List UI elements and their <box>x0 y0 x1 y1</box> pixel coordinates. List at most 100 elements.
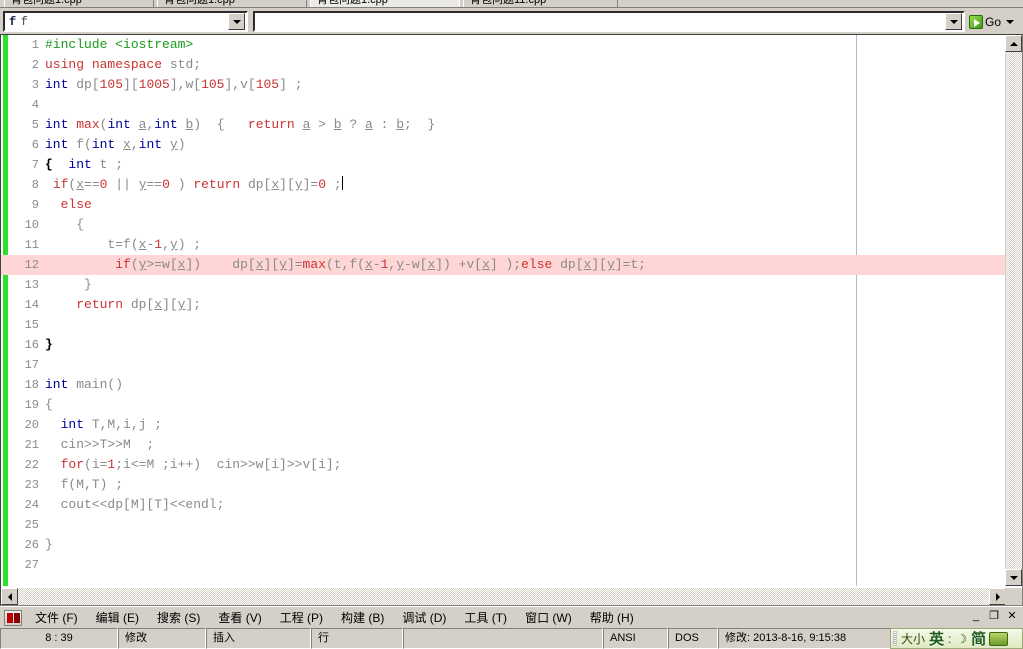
line-number: 4 <box>31 98 39 112</box>
chevron-down-icon[interactable] <box>945 13 962 30</box>
code-token: f(M,T) ; <box>45 477 124 492</box>
menu-item-build[interactable]: 构建 (B) <box>332 607 393 628</box>
code-line[interactable]: 11 t=f(x-1,y) ; <box>1 235 1006 255</box>
menu-item-tools[interactable]: 工具 (T) <box>455 607 516 628</box>
code-token: int <box>138 137 163 152</box>
scroll-down-button[interactable] <box>1005 569 1022 586</box>
menu-item-file[interactable]: 文件 (F) <box>26 607 87 628</box>
code-token: ) { <box>193 117 233 132</box>
code-token: #include <box>45 37 116 52</box>
code-line[interactable]: 21 cin>>T>>M ; <box>1 435 1006 455</box>
go-button[interactable]: Go <box>968 12 1020 31</box>
document-tab-1[interactable]: 背包问题1.cpp <box>157 0 307 7</box>
minimize-button[interactable]: _ <box>968 610 984 624</box>
menu-item-project[interactable]: 工程 (P) <box>271 607 332 628</box>
code-editor[interactable]: 1 #include <iostream> 2 using namespace std… <box>1 35 1006 586</box>
main-menu-bar: 文件 (F) 编辑 (E) 搜索 (S) 查看 (V) 工程 (P) 构建 (B) 调试 (… <box>0 606 1023 628</box>
code-line[interactable]: 27 <box>1 555 1006 575</box>
document-tab-2[interactable]: 背包问题1.cpp <box>310 0 460 7</box>
code-line[interactable]: 26} <box>1 535 1006 555</box>
ime-moon-icon[interactable]: ☽ <box>955 632 968 646</box>
code-line[interactable]: 7 { int t ; <box>1 155 1006 175</box>
code-token: else <box>60 197 92 212</box>
code-line[interactable]: 15 <box>1 315 1006 335</box>
ime-simplified-toggle[interactable]: 简 <box>971 629 986 648</box>
chevron-down-icon[interactable] <box>1006 19 1015 24</box>
scroll-left-button[interactable] <box>1 588 18 605</box>
ime-language-toggle[interactable]: 英 <box>929 629 944 648</box>
code-line[interactable]: 1 #include <iostream> <box>1 35 1006 55</box>
code-line[interactable]: 5 int max(int a,int b) { return a > b ? a… <box>1 115 1006 135</box>
code-token: dp[ <box>240 177 272 192</box>
code-token: else <box>521 257 553 272</box>
code-line[interactable]: 6 int f(int x,int y) <box>1 135 1006 155</box>
editor-horizontal-scrollbar[interactable] <box>1 588 1006 605</box>
code-line[interactable]: 2 using namespace std; <box>1 55 1006 75</box>
ime-drag-handle[interactable] <box>893 631 897 646</box>
code-line[interactable]: 8 if(x==0 || y==0 ) return dp[x][y]=0 ; <box>1 175 1006 195</box>
code-token: ],v[ <box>224 77 256 92</box>
chevron-down-icon[interactable] <box>228 13 245 30</box>
document-tab-strip[interactable]: 背包问题1.cpp 背包问题1.cpp 背包问题1.cpp 背包问题11.cpp <box>0 0 1023 8</box>
code-token: ( <box>130 257 139 272</box>
line-number: 10 <box>24 218 39 232</box>
code-line[interactable]: 25 <box>1 515 1006 535</box>
window-controls: _ ❐ ✕ <box>968 610 1020 624</box>
member-combo[interactable] <box>253 11 965 32</box>
line-number: 17 <box>24 358 39 372</box>
code-line[interactable]: 20 int T,M,i,j ; <box>1 415 1006 435</box>
code-token: { <box>45 217 85 232</box>
code-line[interactable]: 24 cout<<dp[M][T]<<endl; <box>1 495 1006 515</box>
code-line[interactable]: 4 <box>1 95 1006 115</box>
code-token: 0 <box>162 177 170 192</box>
document-tab-3[interactable]: 背包问题11.cpp <box>463 0 618 7</box>
code-token: max <box>76 117 100 132</box>
code-token: ]) +v[ <box>435 257 483 272</box>
editor-vertical-scrollbar[interactable] <box>1005 35 1022 586</box>
line-number: 24 <box>24 498 39 512</box>
code-line[interactable]: 3 int dp[105][1005],w[105],v[105] ; <box>1 75 1006 95</box>
menu-item-view[interactable]: 查看 (V) <box>209 607 270 628</box>
ime-language-bar[interactable]: 大小 英 : ☽ 简 <box>890 628 1023 649</box>
code-line[interactable]: 23 f(M,T) ; <box>1 475 1006 495</box>
menu-item-help[interactable]: 帮助 (H) <box>581 607 643 628</box>
scroll-right-button[interactable] <box>989 588 1006 605</box>
code-line[interactable]: 16} <box>1 335 1006 355</box>
ime-punctuation-toggle[interactable]: : <box>947 632 952 646</box>
go-button-label: Go <box>985 14 1002 29</box>
code-token: for <box>60 457 85 472</box>
code-line[interactable]: 22 for(i=1;i<=M ;i++) cin>>w[i]>>v[i]; <box>1 455 1006 475</box>
ime-size-toggle[interactable]: 大小 <box>900 630 926 647</box>
keyboard-icon[interactable] <box>989 631 1009 646</box>
class-combo-text: ff <box>5 15 228 29</box>
line-number: 15 <box>24 318 39 332</box>
menu-item-window[interactable]: 窗口 (W) <box>516 607 581 628</box>
code-line[interactable]: 14 return dp[x][y]; <box>1 295 1006 315</box>
menu-item-search[interactable]: 搜索 (S) <box>148 607 209 628</box>
class-combo[interactable]: ff <box>3 11 248 32</box>
scroll-up-button[interactable] <box>1005 35 1022 52</box>
code-line[interactable]: 9 else <box>1 195 1006 215</box>
code-line[interactable]: 10 { <box>1 215 1006 235</box>
line-number: 5 <box>31 118 39 132</box>
close-button[interactable]: ✕ <box>1004 610 1020 624</box>
code-token: int <box>107 117 131 132</box>
menu-item-debug[interactable]: 调试 (D) <box>393 607 455 628</box>
restore-button[interactable]: ❐ <box>986 610 1002 624</box>
tab-label: 背包问题11.cpp <box>470 0 547 6</box>
code-line[interactable]: 18 int main() <box>1 375 1006 395</box>
code-line[interactable]: 12 if(y>=w[x]) dp[x][y]=max(t,f(x-1,y-w[… <box>1 255 1006 275</box>
code-token: - <box>372 257 381 272</box>
code-token: { <box>45 157 53 172</box>
code-line[interactable]: 13 } <box>1 275 1006 295</box>
code-line[interactable]: 19 { <box>1 395 1006 415</box>
document-tab-0[interactable]: 背包问题1.cpp <box>4 0 154 7</box>
code-line[interactable]: 17 <box>1 355 1006 375</box>
code-token: x <box>482 257 490 272</box>
menu-item-edit[interactable]: 编辑 (E) <box>87 607 148 628</box>
